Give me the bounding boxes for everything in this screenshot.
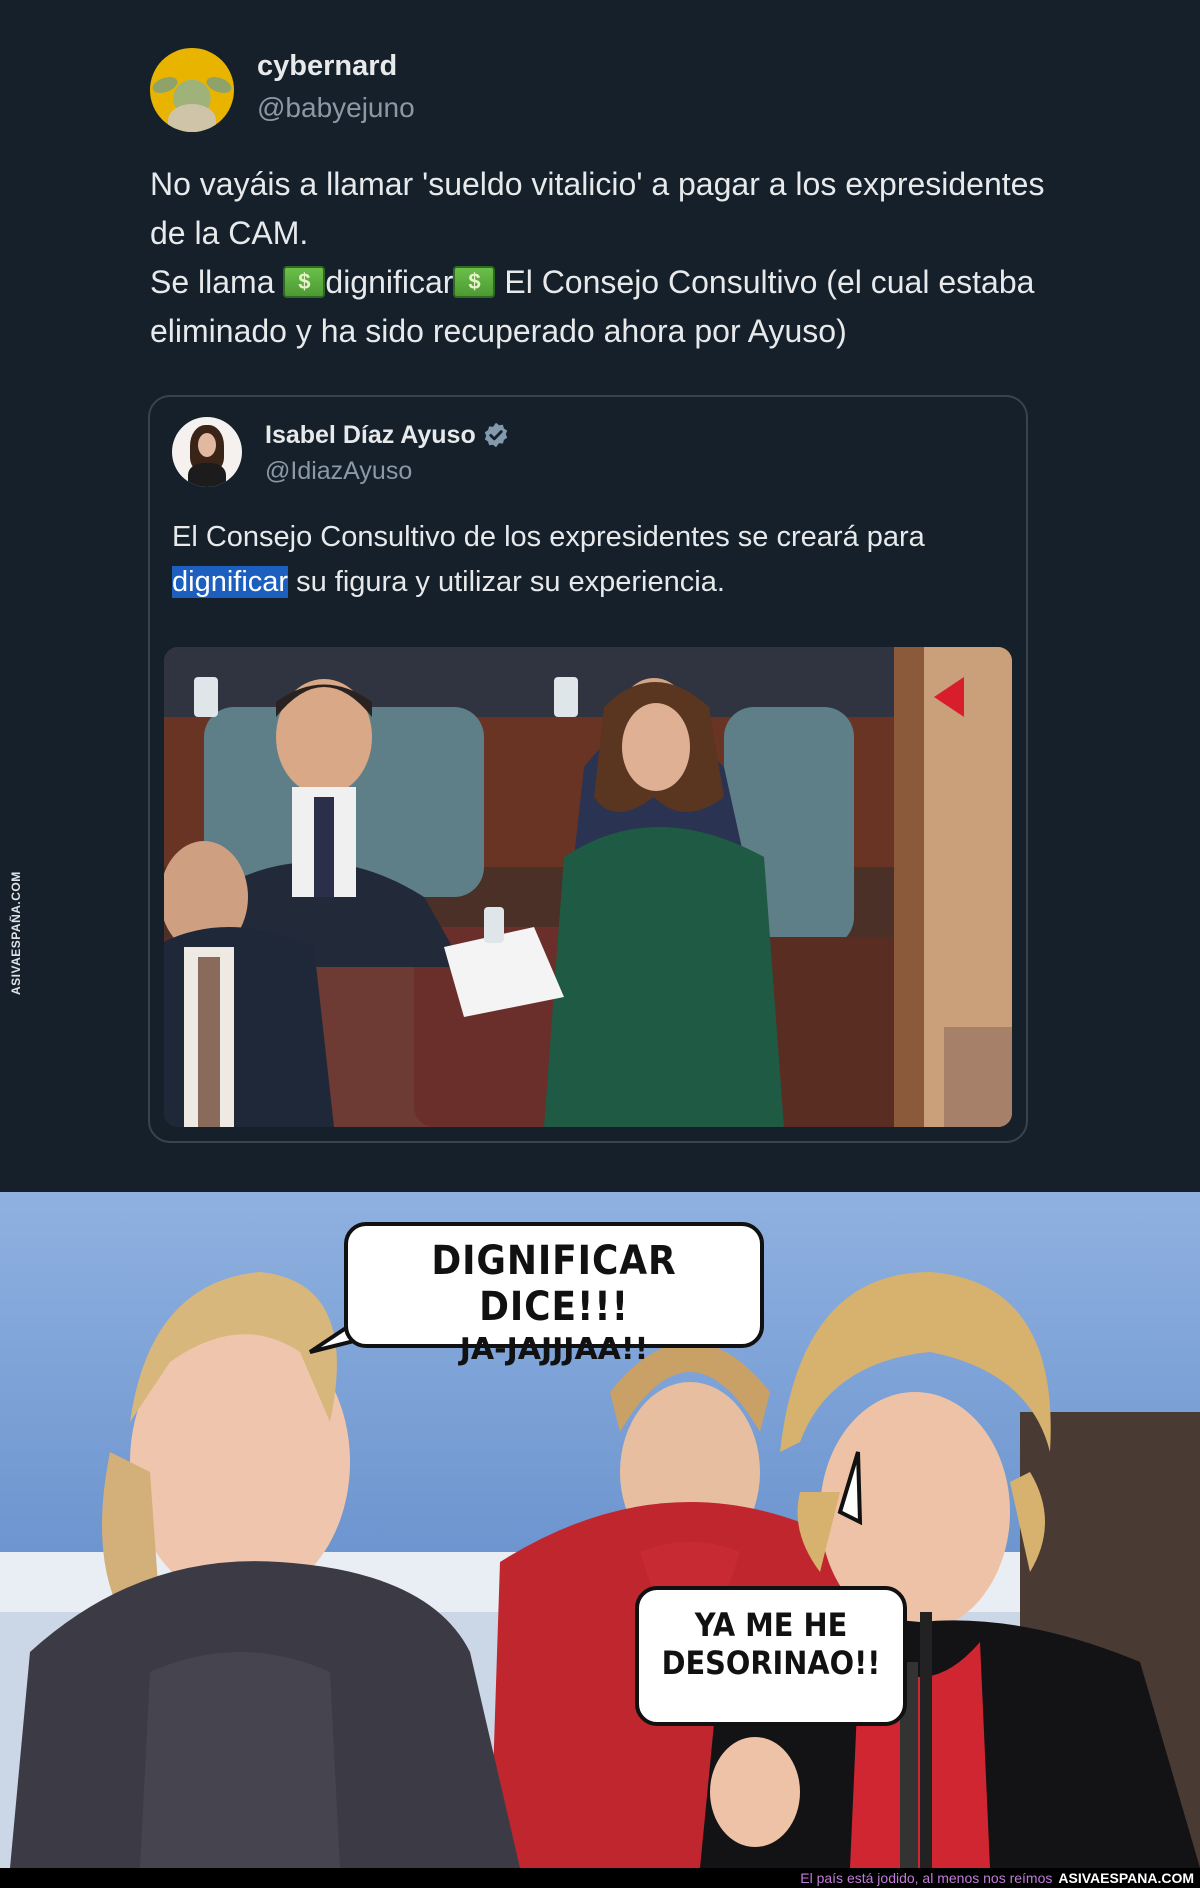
avatar-face bbox=[198, 433, 216, 457]
quoted-tweet-text: El Consejo Consultivo de los expresident… bbox=[172, 515, 992, 605]
author-handle[interactable]: @babyejuno bbox=[257, 92, 415, 124]
money-bill-icon bbox=[283, 266, 326, 298]
author-avatar[interactable] bbox=[150, 48, 234, 132]
side-watermark-text: ASIVAESPAÑA.COM bbox=[9, 871, 23, 995]
footer-text: El país está jodido, al menos nos reímos… bbox=[800, 1870, 1194, 1886]
side-watermark: ASIVAESPAÑA.COM bbox=[6, 871, 26, 995]
speech-bubble-bottom-line2: DESORINAO!! bbox=[661, 1644, 881, 1682]
quoted-author-name-text: Isabel Díaz Ayuso bbox=[265, 421, 476, 449]
parliament-photo bbox=[164, 647, 1012, 1127]
speech-bubble-top-line2: JA-JAJJJAA!! bbox=[459, 1332, 649, 1367]
footer-tagline: El país está jodido, al menos nos reímos bbox=[800, 1870, 1053, 1886]
quoted-tweet-photo[interactable] bbox=[164, 647, 1012, 1127]
avatar-body bbox=[188, 463, 226, 487]
speech-bubble-bottom: YA ME HE DESORINAO!! bbox=[635, 1586, 907, 1726]
avatar-ear-left bbox=[150, 73, 180, 97]
quoted-tweet[interactable]: Isabel Díaz Ayuso @IdiazAyuso El Consejo… bbox=[148, 395, 1028, 1143]
money-bill-icon bbox=[453, 266, 496, 298]
quoted-text-b: su figura y utilizar su experiencia. bbox=[288, 566, 725, 598]
quoted-author-handle[interactable]: @IdiazAyuso bbox=[265, 457, 412, 486]
quoted-text-a: El Consejo Consultivo de los expresident… bbox=[172, 521, 925, 553]
footer-bar: El país está jodido, al menos nos reímos… bbox=[0, 1868, 1200, 1888]
avatar-robe bbox=[168, 104, 216, 132]
tweet-card: cybernard @babyejuno No vayáis a llamar … bbox=[0, 0, 1200, 1190]
tweet-text-line2: Se llama dignificar El Consejo Consultiv… bbox=[150, 258, 1070, 356]
verified-badge-icon bbox=[484, 422, 507, 448]
tweet-text-dignificar: dignificar bbox=[325, 264, 454, 300]
footer-site[interactable]: ASIVAESPANA.COM bbox=[1058, 1870, 1194, 1886]
author-name[interactable]: cybernard bbox=[257, 50, 397, 83]
quoted-text-highlight: dignificar bbox=[172, 566, 289, 598]
quoted-author-avatar[interactable] bbox=[172, 417, 242, 487]
tweet-text: No vayáis a llamar 'sueldo vitalicio' a … bbox=[150, 160, 1070, 356]
tweet-text-line1: No vayáis a llamar 'sueldo vitalicio' a … bbox=[150, 166, 1045, 251]
quoted-author-name[interactable]: Isabel Díaz Ayuso bbox=[265, 421, 510, 450]
speech-bubble-top: DIGNIFICAR DICE!!! JA-JAJJJAA!! bbox=[344, 1222, 764, 1367]
meme-image: DIGNIFICAR DICE!!! JA-JAJJJAA!! YA ME HE… bbox=[0, 1192, 1200, 1868]
avatar-ear-right bbox=[204, 73, 234, 97]
speech-bubble-bottom-line1: YA ME HE bbox=[694, 1606, 848, 1644]
speech-bubble-top-line1: DIGNIFICAR DICE!!! bbox=[431, 1238, 677, 1330]
tweet-text-se-llama: Se llama bbox=[150, 264, 284, 300]
